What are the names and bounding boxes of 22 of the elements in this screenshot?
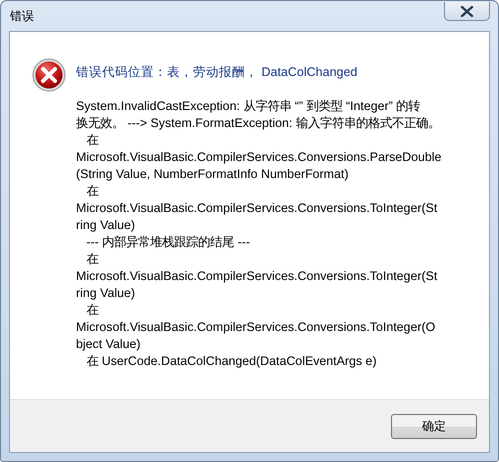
error-location: 错误代码位置：表，劳动报酬， DataColChanged <box>76 64 358 80</box>
error-message-line: ring Value) <box>76 217 136 234</box>
error-message-line: 在 <box>85 251 100 268</box>
error-message-line: (String Value, NumberFormatInfo NumberFormat) <box>76 166 350 183</box>
error-message-line: 在 <box>85 302 100 319</box>
close-button[interactable] <box>444 2 490 21</box>
window-title: 错误 <box>9 8 34 24</box>
error-message-line: 在 UserCode.DataColChanged(DataColEventArgs e) <box>85 353 378 370</box>
error-message-line: ring Value) <box>76 285 136 302</box>
error-message-line: 换无效。 ---> System.FormatException: 输入字符串的格式不正确。 <box>76 115 441 132</box>
error-message-line: Microsoft.VisualBasic.CompilerServices.Conversions.ToInteger(St <box>76 268 438 285</box>
error-message-line: 在 <box>85 183 100 200</box>
error-message-line: System.InvalidCastException: 从字符串 “” 到类型 “Integer” 的转 <box>76 98 422 115</box>
close-icon <box>460 6 474 16</box>
error-message-line: Microsoft.VisualBasic.CompilerServices.Conversions.ToInteger(St <box>76 200 438 217</box>
error-icon <box>32 58 66 92</box>
error-message-line: --- 内部异常堆栈跟踪的结尾 --- <box>85 234 251 251</box>
ok-button[interactable]: 确定 <box>391 414 477 438</box>
error-message-line: 在 <box>85 132 100 149</box>
error-message-line: Microsoft.VisualBasic.CompilerServices.Conversions.ParseDouble <box>76 149 442 166</box>
error-message-line: bject Value) <box>76 336 142 353</box>
error-message-line: Microsoft.VisualBasic.CompilerServices.Conversions.ToInteger(O <box>76 319 436 336</box>
